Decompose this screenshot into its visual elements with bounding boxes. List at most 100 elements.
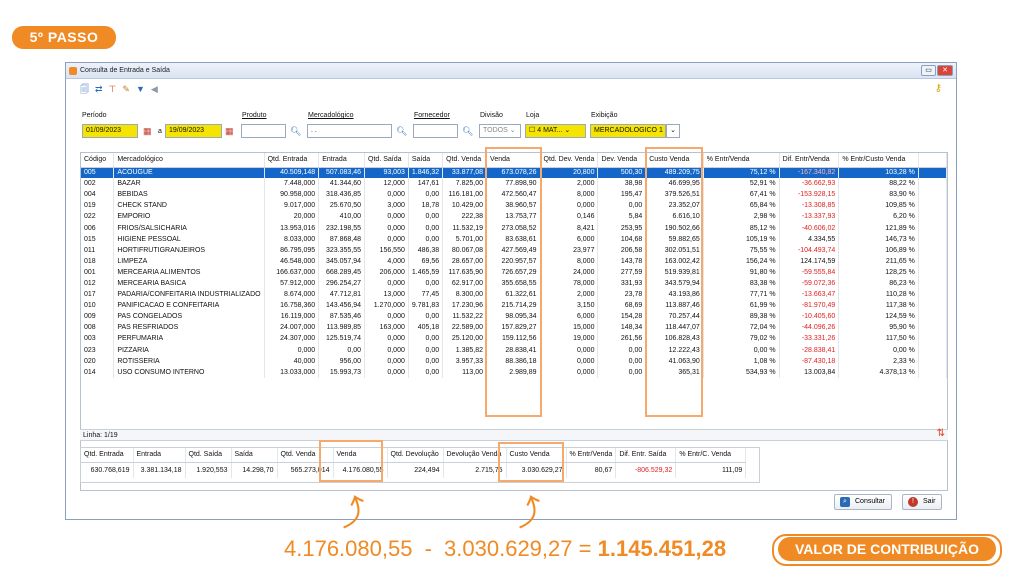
- table-row[interactable]: 001 MERCEARIA ALIMENTOS 166.637,000 668.289…: [81, 266, 947, 278]
- table-cell: -13.308,85: [779, 200, 840, 212]
- fornecedor-input[interactable]: [413, 124, 458, 138]
- search-doc-icon[interactable]: 🗐: [80, 83, 89, 95]
- table-cell: -10.405,60: [779, 311, 840, 323]
- key-icon[interactable]: ⚷: [935, 83, 942, 94]
- table-cell: 13,000: [364, 289, 409, 301]
- date-to-input[interactable]: 19/09/2023: [165, 124, 222, 138]
- calendar-icon[interactable]: ▦: [225, 125, 234, 137]
- table-cell: 017: [81, 289, 115, 301]
- produto-input[interactable]: [241, 124, 286, 138]
- table-cell: 125.519,74: [318, 333, 366, 345]
- divisao-select[interactable]: TODOS ⌄: [479, 124, 521, 138]
- linha-counter: Linha: 1/19: [83, 432, 118, 439]
- table-cell: 23,977: [540, 244, 599, 256]
- wrench-icon[interactable]: ✎: [122, 83, 130, 95]
- calendar-icon[interactable]: ▦: [143, 125, 152, 137]
- table-row[interactable]: 002 BAZAR 7.448,000 41.344,60 12,000 147,61 7.…: [81, 178, 947, 190]
- table-row[interactable]: 005 ACOUGUE 40.509,148 507.083,46 93,003 1.84…: [81, 167, 947, 179]
- close-button[interactable]: ✕: [937, 65, 953, 76]
- table-cell: 0,000: [364, 344, 409, 356]
- table-row[interactable]: 014 USO CONSUMO INTERNO 13.033,000 15.993,7…: [81, 366, 947, 378]
- lookup-icon[interactable]: 🔍︎: [462, 125, 473, 137]
- table-row[interactable]: 010 PANIFICACAO E CONFEITARIA 16.758,360 14…: [81, 300, 947, 312]
- table-row[interactable]: 015 HIGIENE PESSOAL 8.033,000 87.868,48 0,00…: [81, 233, 947, 245]
- table-cell: 57.912,000: [264, 277, 320, 290]
- column-header[interactable]: Mercadológico: [113, 153, 265, 168]
- sair-button[interactable]: ! Sair: [902, 494, 943, 510]
- table-cell: LIMPEZA: [113, 255, 265, 267]
- table-cell: 0,000: [364, 222, 409, 234]
- table-cell-spacer: [918, 222, 947, 234]
- table-cell: 156,550: [364, 244, 409, 256]
- column-header[interactable]: % Entr/Custo Venda: [838, 153, 919, 168]
- table-cell: 5.701,00: [442, 233, 488, 245]
- lookup-icon[interactable]: 🔍︎: [396, 125, 407, 137]
- table-cell: 0,00 %: [838, 344, 919, 356]
- table-cell: 113,00: [442, 366, 488, 378]
- sort-icon[interactable]: ⇅: [937, 428, 945, 439]
- table-cell: 15,000: [540, 322, 599, 334]
- column-header[interactable]: % Entr/Venda: [703, 153, 780, 168]
- table-cell: 147,61: [408, 178, 444, 190]
- table-row[interactable]: 006 FRIOS/SALSICHARIA 13.953,016 232.198,55…: [81, 222, 947, 234]
- table-cell: 25.670,50: [318, 200, 366, 212]
- table-cell: 69,56: [408, 255, 444, 267]
- table-cell: 65,84 %: [703, 200, 780, 212]
- column-header[interactable]: Entrada: [318, 153, 366, 168]
- column-header[interactable]: Qtd. Dev. Venda: [540, 153, 599, 168]
- table-cell: 0,000: [364, 277, 409, 290]
- table-cell: 500,30: [597, 167, 647, 179]
- loja-select[interactable]: ☐ 4 MAT... ⌄: [525, 124, 586, 138]
- column-header[interactable]: Custo Venda: [645, 153, 704, 168]
- column-header[interactable]: Dif. Entr/Venda: [779, 153, 840, 168]
- table-row[interactable]: 017 PADARIA/CONFEITARIA INDUSTRIALIZADO 8.…: [81, 289, 947, 301]
- column-header[interactable]: Qtd. Entrada: [264, 153, 320, 168]
- table-body: 005 ACOUGUE 40.509,148 507.083,46 93,003 1.84…: [81, 167, 947, 378]
- filter-icon[interactable]: ▼: [136, 83, 145, 95]
- column-header[interactable]: Venda: [486, 153, 541, 168]
- table-cell: 3.957,33: [442, 355, 488, 367]
- column-header[interactable]: Qtd. Saída: [364, 153, 409, 168]
- table-row[interactable]: 018 LIMPEZA 46.548,000 345.057,94 4,000 69,56…: [81, 255, 947, 267]
- formula-result: 1.145.451,28: [597, 536, 727, 561]
- table-row[interactable]: 012 MERCEARIA BASICA 57.912,000 296.254,27 0…: [81, 277, 947, 290]
- table-cell: 118.447,07: [645, 322, 704, 334]
- table-row[interactable]: 020 ROTISSERIA 40,000 956,00 0,000 0,00 3.957,…: [81, 355, 947, 367]
- table-cell: 24.307,000: [264, 333, 320, 345]
- column-header[interactable]: Qtd. Venda: [442, 153, 488, 168]
- restore-button[interactable]: ▭: [921, 65, 936, 76]
- table-row[interactable]: 022 EMPORIO 20,000 410,00 0,000 0,00 222,38 13.…: [81, 211, 947, 223]
- table-row[interactable]: 023 PIZZARIA 0,000 0,00 0,000 0,00 1.385,82 28.…: [81, 344, 947, 356]
- table-row[interactable]: 008 PAS RESFRIADOS 24.007,000 113.989,85 163…: [81, 322, 947, 334]
- table-row[interactable]: 011 HORTIFRUTIGRANJEIROS 86.795,095 323.355…: [81, 244, 947, 256]
- table-cell: ACOUGUE: [113, 167, 265, 179]
- table-row[interactable]: 003 PERFUMARIA 24.307,000 125.519,74 0,000 0,…: [81, 333, 947, 345]
- table-cell: 75,12 %: [703, 167, 780, 179]
- table-row[interactable]: 009 PAS CONGELADOS 16.119,000 87.535,46 0,00…: [81, 311, 947, 323]
- table-cell-spacer: [918, 266, 947, 278]
- table-cell: 206,58: [597, 244, 647, 256]
- back-arrow-icon[interactable]: ◀: [151, 83, 158, 95]
- consultar-button[interactable]: ⌕ Consultar: [834, 494, 892, 510]
- table-cell: 277,59: [597, 266, 647, 278]
- column-header[interactable]: Código: [81, 153, 115, 168]
- date-from-input[interactable]: 01/09/2023: [82, 124, 138, 138]
- table-cell: 68,69: [597, 300, 647, 312]
- exibicao-dropdown[interactable]: ⌄: [666, 124, 680, 138]
- filter-clear-icon[interactable]: ⊤: [109, 83, 117, 95]
- exibicao-select[interactable]: MERCADOLOGICO 1: [590, 124, 666, 138]
- table-cell: 343.579,94: [645, 277, 704, 290]
- checkbox-icon[interactable]: ☐: [529, 127, 535, 134]
- table-cell: 2,98 %: [703, 211, 780, 223]
- table-cell: HORTIFRUTIGRANJEIROS: [113, 244, 265, 256]
- transfer-icon[interactable]: ⇄: [95, 83, 103, 95]
- lookup-icon[interactable]: 🔍︎: [290, 125, 301, 137]
- mercadologico-input[interactable]: . .: [307, 124, 392, 138]
- column-header[interactable]: Saída: [408, 153, 444, 168]
- table-cell: 121,89 %: [838, 222, 919, 234]
- table-cell: 8,000: [540, 189, 599, 201]
- table-row[interactable]: 004 BEBIDAS 90.958,000 318.436,85 0,000 0,00 1…: [81, 189, 947, 201]
- table-row[interactable]: 019 CHECK STAND 9.017,000 25.670,50 3,000 18,…: [81, 200, 947, 212]
- table-cell: 113.887,46: [645, 300, 704, 312]
- column-header[interactable]: Dev. Venda: [597, 153, 647, 168]
